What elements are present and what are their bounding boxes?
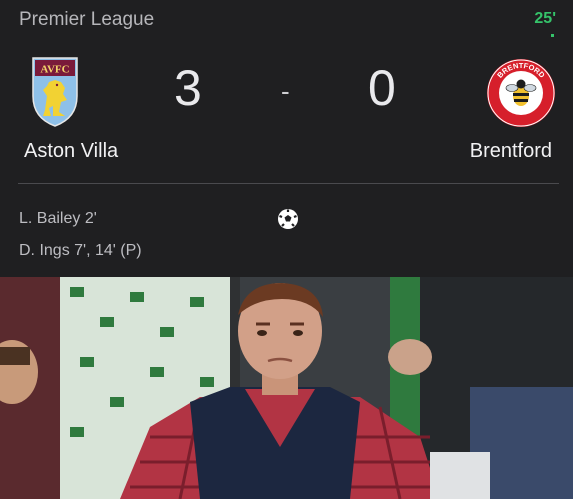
- league-name: Premier League: [19, 9, 155, 30]
- crest-lettering: AVFC: [40, 64, 69, 76]
- away-team-name[interactable]: Brentford: [470, 140, 552, 163]
- crowd-photo: [0, 277, 573, 499]
- match-minute: 25': [534, 10, 556, 27]
- soccer-ball-icon: [278, 209, 298, 229]
- match-card[interactable]: Premier League 25' AVFC 3 - 0 BRENTFORD …: [0, 0, 573, 277]
- goal-scorers-list: L. Bailey 2' D. Ings 7', 14' (P): [19, 210, 142, 274]
- score-separator: -: [281, 76, 290, 106]
- scorer-line: L. Bailey 2': [19, 210, 97, 227]
- reaction-photo: [0, 277, 573, 499]
- brentford-crest-icon[interactable]: BRENTFORD FOOTBALL CLUB: [486, 58, 556, 128]
- divider: [18, 183, 559, 184]
- scorer-line: D. Ings 7', 14' (P): [19, 242, 142, 259]
- live-indicator: [551, 34, 554, 37]
- away-score: 0: [368, 60, 396, 116]
- aston-villa-crest-icon[interactable]: AVFC: [31, 56, 79, 128]
- home-score: 3: [174, 60, 202, 116]
- home-team-name[interactable]: Aston Villa: [24, 140, 118, 163]
